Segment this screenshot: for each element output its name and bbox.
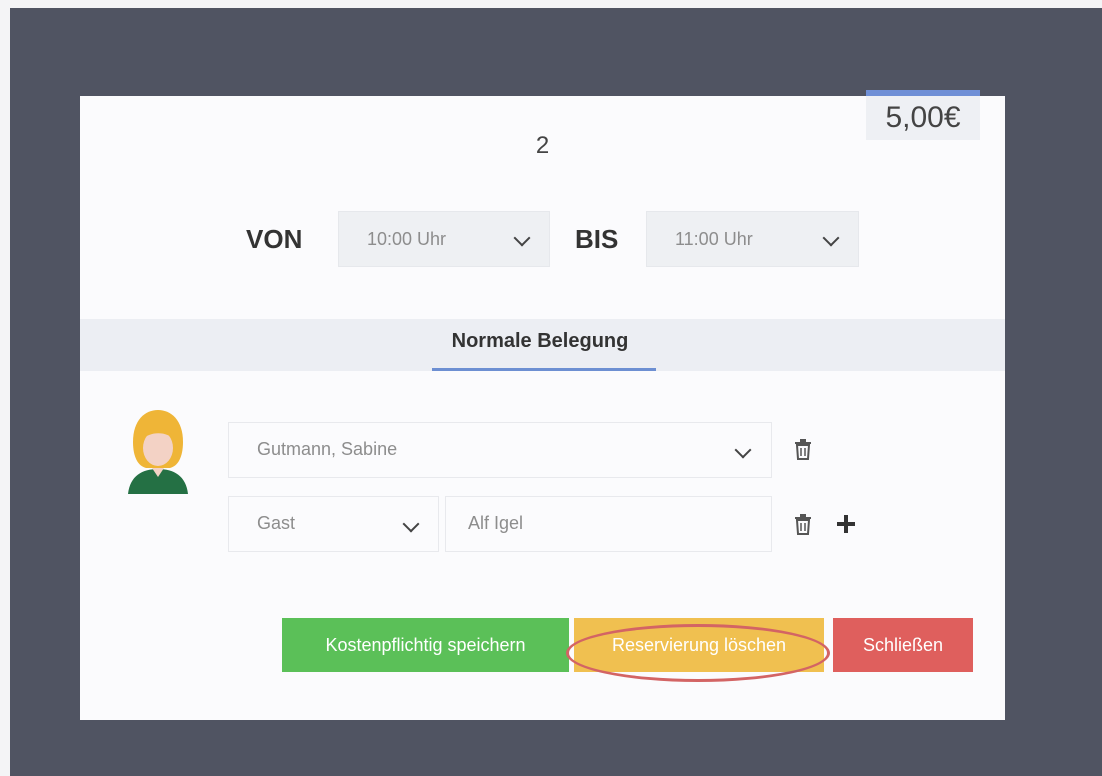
to-time-value: 11:00 Uhr — [675, 229, 753, 249]
person-value: Gutmann, Sabine — [257, 439, 398, 459]
reservation-modal: 5,00€ 2 VON 10:00 Uhr BIS 11:00 Uhr Norm… — [80, 90, 1005, 720]
person-select[interactable]: Gutmann, Sabine — [228, 422, 772, 478]
chevron-down-icon — [734, 441, 752, 459]
to-label: BIS — [575, 224, 619, 254]
female-user-avatar-icon — [128, 410, 188, 494]
guest-name-input[interactable]: Alf Igel — [445, 496, 772, 552]
active-tab-indicator — [432, 368, 656, 371]
scan-border-top — [0, 0, 1102, 8]
delete-reservation-button[interactable]: Reservierung löschen — [574, 618, 824, 672]
save-paid-button[interactable]: Kostenpflichtig speichern — [282, 618, 569, 672]
from-time-select[interactable]: 10:00 Uhr — [338, 211, 550, 267]
plus-icon[interactable] — [835, 513, 857, 535]
from-time-value: 10:00 Uhr — [367, 229, 447, 249]
resource-title: 2 — [535, 132, 550, 159]
trash-icon[interactable] — [793, 438, 813, 460]
trash-icon[interactable] — [793, 513, 813, 535]
guest-type-select[interactable]: Gast — [228, 496, 439, 552]
chevron-down-icon — [402, 515, 420, 533]
tab-normal-booking[interactable]: Normale Belegung — [440, 330, 640, 353]
price-badge: 5,00€ — [866, 96, 980, 140]
close-button[interactable]: Schließen — [833, 618, 973, 672]
guest-type-value: Gast — [257, 513, 296, 533]
guest-name-value: Alf Igel — [468, 513, 524, 533]
chevron-down-icon — [513, 229, 531, 247]
from-label: VON — [246, 224, 303, 254]
to-time-select[interactable]: 11:00 Uhr — [646, 211, 859, 267]
scan-border-left — [0, 0, 10, 776]
chevron-down-icon — [822, 229, 840, 247]
